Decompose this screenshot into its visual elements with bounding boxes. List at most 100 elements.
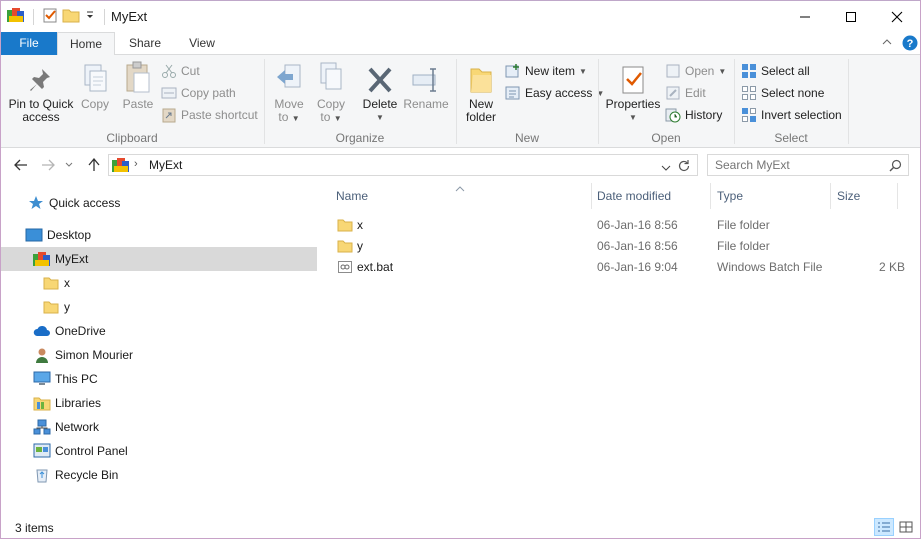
window-title: MyExt: [111, 9, 148, 24]
select-all-icon: [742, 64, 756, 78]
nav-item-this-pc[interactable]: This PC: [1, 367, 317, 391]
address-dropdown-chevron-icon[interactable]: [661, 161, 671, 175]
desktop-icon: [25, 226, 43, 244]
select-all-button[interactable]: Select all: [741, 61, 810, 81]
copy-button[interactable]: Copy: [77, 61, 113, 111]
column-divider[interactable]: [591, 183, 592, 209]
column-divider[interactable]: [710, 183, 711, 209]
large-icons-view-icon[interactable]: [896, 518, 916, 536]
delete-button[interactable]: Delete ▼: [361, 61, 399, 124]
file-row[interactable]: y 06-Jan-16 8:56 File folder: [333, 236, 913, 257]
tab-file[interactable]: File: [1, 32, 57, 56]
easy-access-button[interactable]: Easy access ▼: [505, 83, 604, 103]
column-header-size[interactable]: Size: [837, 183, 860, 209]
nav-item-desktop[interactable]: Desktop: [1, 223, 317, 247]
clipboard-group: Pin to Quick access Copy Paste Cut Copy …: [1, 55, 263, 148]
nav-item-simon-mourier[interactable]: Simon Mourier: [1, 343, 317, 367]
divider: [104, 8, 105, 25]
customize-toolbar-chevron-icon[interactable]: [84, 9, 96, 24]
file-row[interactable]: x 06-Jan-16 8:56 File folder: [333, 215, 913, 236]
details-view-icon[interactable]: [874, 518, 894, 536]
paste-shortcut-icon: [162, 108, 176, 123]
file-name: y: [357, 239, 363, 253]
breadcrumb-chevron-icon[interactable]: ›: [134, 158, 138, 170]
maximize-button[interactable]: [828, 1, 874, 32]
divider: [33, 8, 34, 25]
nav-item-onedrive[interactable]: OneDrive: [1, 319, 317, 343]
nav-item-control-panel[interactable]: Control Panel: [1, 439, 317, 463]
back-arrow-icon[interactable]: [10, 155, 32, 175]
up-arrow-icon[interactable]: [83, 155, 105, 175]
file-row[interactable]: ext.bat 06-Jan-16 9:04 Windows Batch Fil…: [333, 257, 913, 278]
title-bar: MyExt: [1, 1, 920, 32]
new-folder-icon[interactable]: [62, 7, 80, 26]
pin-icon: [30, 69, 50, 91]
properties-check-icon: [622, 66, 644, 94]
group-label: Open: [651, 131, 681, 145]
new-folder-button[interactable]: New folder: [461, 61, 501, 124]
history-button[interactable]: History: [665, 105, 722, 125]
select-none-button[interactable]: Select none: [741, 83, 824, 103]
edit-button[interactable]: Edit: [665, 83, 706, 103]
column-divider[interactable]: [897, 183, 898, 209]
copy-icon: [84, 64, 107, 92]
nav-item-y[interactable]: y: [1, 295, 317, 319]
search-box[interactable]: [707, 154, 909, 176]
tab-share[interactable]: Share: [119, 32, 171, 56]
search-icon[interactable]: [889, 159, 902, 175]
quick-access-toolbar: [7, 7, 109, 26]
move-to-button[interactable]: Move to ▼: [271, 61, 307, 125]
invert-selection-button[interactable]: Invert selection: [741, 105, 842, 125]
properties-button[interactable]: Properties ▼: [605, 61, 661, 124]
tab-view[interactable]: View: [177, 32, 227, 56]
folder-app-icon: [112, 157, 130, 176]
nav-item-libraries[interactable]: Libraries: [1, 391, 317, 415]
address-bar[interactable]: › MyExt: [108, 154, 698, 176]
explorer-window: MyExt File Home Share View ? Pin to Quic…: [0, 0, 921, 539]
paste-icon: [126, 61, 150, 93]
scissors-icon: [162, 64, 176, 78]
cut-button[interactable]: Cut: [161, 61, 200, 81]
libraries-icon: [33, 394, 51, 412]
column-divider[interactable]: [830, 183, 831, 209]
breadcrumb-myext[interactable]: MyExt: [149, 158, 182, 172]
search-input[interactable]: [715, 157, 885, 173]
file-name: x: [357, 218, 363, 232]
folder-icon: [470, 68, 492, 93]
open-button[interactable]: Open ▼: [665, 61, 726, 81]
help-icon[interactable]: ?: [902, 35, 918, 54]
organize-group: Move to ▼ Copy to ▼ Delete ▼ Rename Orga…: [265, 55, 455, 148]
nav-item-network[interactable]: Network: [1, 415, 317, 439]
nav-item-recycle-bin[interactable]: Recycle Bin: [1, 463, 317, 487]
properties-icon[interactable]: [42, 7, 58, 26]
folder-icon: [337, 238, 353, 257]
nav-item-x[interactable]: x: [1, 271, 317, 295]
folder-icon: [337, 217, 353, 236]
file-name: ext.bat: [357, 260, 394, 274]
new-item-button[interactable]: New item ▼: [505, 61, 587, 81]
edit-icon: [666, 86, 680, 100]
rename-button[interactable]: Rename: [403, 61, 449, 111]
close-button[interactable]: [874, 1, 920, 32]
recent-locations-chevron-icon[interactable]: [62, 155, 76, 175]
ribbon-tabs: File Home Share View: [1, 32, 920, 56]
column-header-type[interactable]: Type: [717, 183, 743, 209]
collapse-ribbon-icon[interactable]: [881, 36, 893, 51]
batch-file-icon: [337, 259, 353, 278]
minimize-button[interactable]: [782, 1, 828, 32]
easy-access-icon: [505, 86, 520, 100]
column-header-date-modified[interactable]: Date modified: [597, 183, 671, 209]
refresh-icon[interactable]: [674, 156, 694, 176]
column-header-name[interactable]: Name: [336, 183, 368, 209]
sort-ascending-icon: [455, 181, 465, 195]
forward-arrow-icon[interactable]: [37, 155, 59, 175]
tab-home[interactable]: Home: [57, 32, 115, 56]
pin-quick-access-button[interactable]: Pin to Quick access: [7, 61, 75, 124]
copy-path-button[interactable]: Copy path: [161, 83, 236, 103]
paste-shortcut-button[interactable]: Paste shortcut: [161, 105, 258, 125]
item-count: 3 items: [15, 521, 54, 535]
nav-item-myext[interactable]: MyExt: [1, 247, 317, 271]
paste-button[interactable]: Paste: [119, 61, 157, 111]
copy-to-button[interactable]: Copy to ▼: [313, 61, 349, 125]
nav-item-quick-access[interactable]: Quick access: [1, 191, 317, 215]
